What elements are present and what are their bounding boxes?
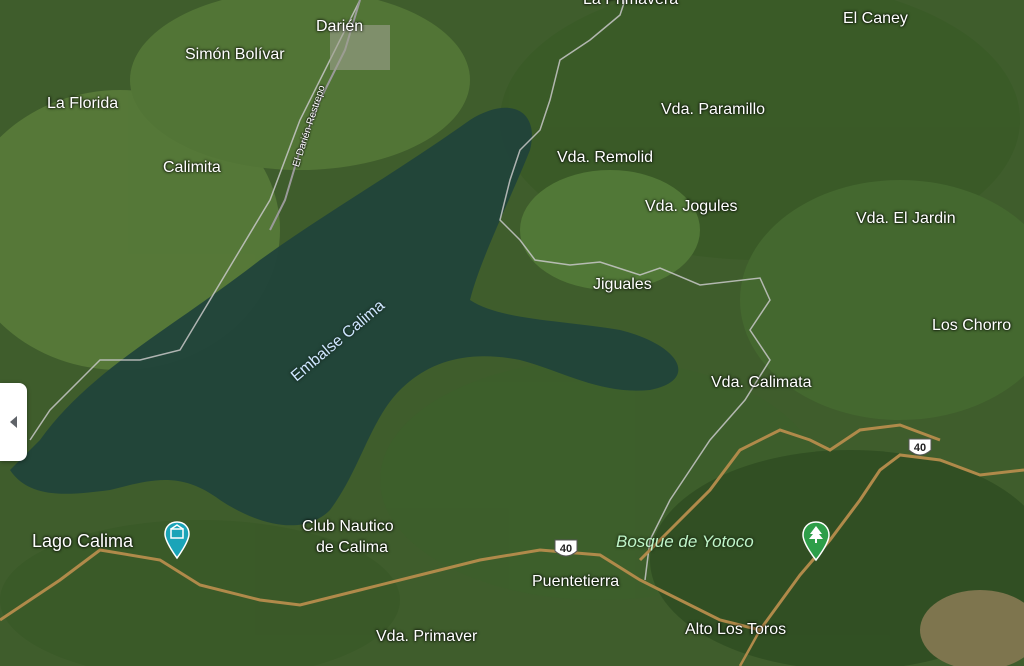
poi-bosque-de-yotoco[interactable]: Bosque de Yotoco (616, 532, 754, 552)
place-lago-calima[interactable]: Lago Calima (32, 532, 133, 550)
place-vda-paramillo[interactable]: Vda. Paramillo (661, 101, 765, 119)
museum-icon[interactable] (164, 520, 190, 560)
place-simon-bolivar[interactable]: Simón Bolívar (185, 46, 285, 64)
place-vda-jogules[interactable]: Vda. Jogules (645, 198, 738, 216)
place-la-florida[interactable]: La Florida (47, 95, 118, 113)
tree-icon[interactable] (802, 520, 830, 562)
route-40-shield-east: 40 (907, 438, 933, 458)
place-vda-remolid[interactable]: Vda. Remolid (557, 149, 653, 167)
place-la-primavera[interactable]: La Primavera (583, 0, 678, 9)
route-40-shield: 40 (553, 539, 579, 559)
place-calimita[interactable]: Calimita (163, 159, 221, 177)
place-alto-los-toros[interactable]: Alto Los Toros (685, 621, 786, 639)
satellite-map[interactable] (0, 0, 1024, 666)
place-puentetierra[interactable]: Puentetierra (532, 573, 619, 591)
place-vda-calimata[interactable]: Vda. Calimata (711, 374, 812, 392)
place-club-nautico-line1[interactable]: Club Nautico (302, 518, 394, 536)
place-vda-primaver[interactable]: Vda. Primaver (376, 628, 477, 646)
place-los-chorros[interactable]: Los Chorro (932, 317, 1011, 335)
chevron-left-icon (10, 416, 17, 428)
place-club-nautico-line2[interactable]: de Calima (316, 539, 388, 557)
place-el-caney[interactable]: El Caney (843, 10, 908, 28)
collapse-side-panel-button[interactable] (0, 383, 27, 461)
place-jiguales[interactable]: Jiguales (593, 276, 652, 294)
place-vda-el-jardin[interactable]: Vda. El Jardin (856, 210, 956, 228)
place-darien[interactable]: Darién (316, 18, 363, 36)
